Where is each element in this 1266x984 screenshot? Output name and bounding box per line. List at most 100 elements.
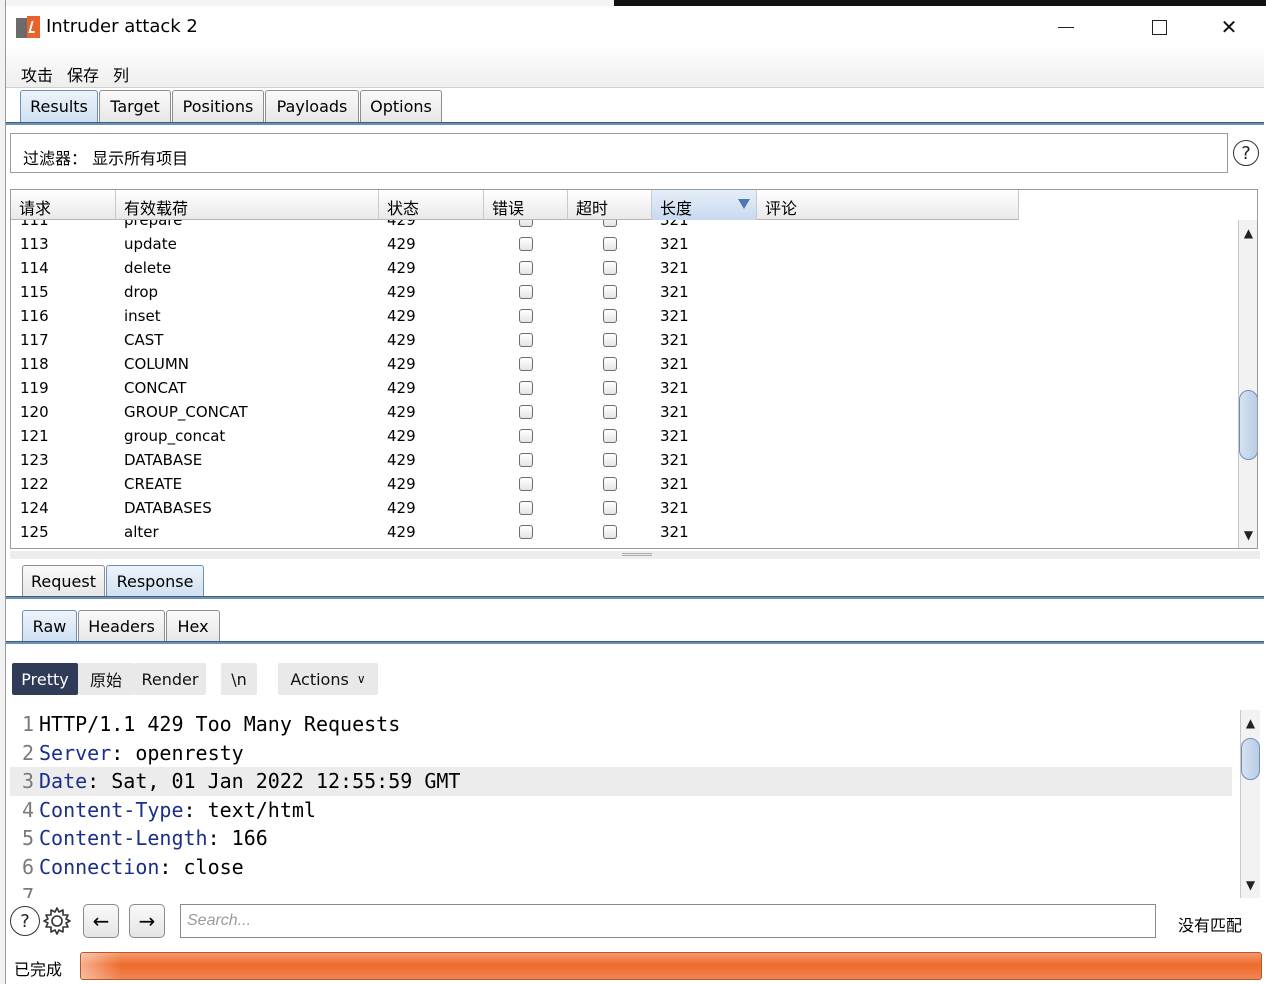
error-checkbox[interactable]: [519, 501, 533, 515]
tab-hex[interactable]: Hex: [166, 610, 220, 642]
cell-request: 120: [20, 403, 49, 421]
editor-scrollbar[interactable]: ▲ ▼: [1240, 710, 1260, 898]
filter-help-icon[interactable]: ?: [1233, 140, 1259, 166]
error-checkbox[interactable]: [519, 261, 533, 275]
timeout-checkbox[interactable]: [603, 220, 617, 227]
timeout-checkbox[interactable]: [603, 309, 617, 323]
tab-request[interactable]: Request: [22, 565, 105, 597]
col-payload[interactable]: 有效载荷: [116, 190, 379, 220]
table-row[interactable]: 119 CONCAT 429 321: [11, 376, 1019, 400]
error-checkbox[interactable]: [519, 285, 533, 299]
minimize-button[interactable]: [1058, 6, 1124, 48]
pretty-button[interactable]: Pretty: [12, 663, 78, 695]
error-checkbox[interactable]: [519, 477, 533, 491]
editor-scroll-thumb[interactable]: [1241, 738, 1260, 780]
table-row[interactable]: 111 prepare 429 321: [11, 220, 1019, 232]
table-scroll-thumb[interactable]: [1239, 390, 1257, 460]
table-row[interactable]: 114 delete 429 321: [11, 256, 1019, 280]
table-row[interactable]: 116 inset 429 321: [11, 304, 1019, 328]
table-row[interactable]: 121 group_concat 429 321: [11, 424, 1019, 448]
search-input[interactable]: [180, 904, 1156, 938]
table-header: 请求 有效载荷 状态 错误 超时 长度 评论: [11, 190, 1019, 220]
newline-toggle-button[interactable]: \n: [221, 663, 257, 695]
timeout-checkbox[interactable]: [603, 477, 617, 491]
error-checkbox[interactable]: [519, 381, 533, 395]
col-error[interactable]: 错误: [484, 190, 568, 220]
tab-positions[interactable]: Positions: [172, 90, 264, 122]
next-match-button[interactable]: →: [129, 904, 165, 938]
table-row[interactable]: 122 CREATE 429 321: [11, 472, 1019, 496]
scroll-down-icon[interactable]: ▼: [1239, 526, 1257, 544]
col-comment[interactable]: 评论: [757, 190, 1019, 220]
cell-payload: GROUP_CONCAT: [124, 403, 248, 421]
timeout-checkbox[interactable]: [603, 525, 617, 539]
tab-results[interactable]: Results: [20, 90, 98, 122]
menu-columns[interactable]: 列: [113, 62, 129, 86]
error-checkbox[interactable]: [519, 220, 533, 227]
table-row[interactable]: 125 alter 429 321: [11, 520, 1019, 544]
line-number: 3: [21, 769, 34, 794]
error-checkbox[interactable]: [519, 525, 533, 539]
editor-scroll-up-icon[interactable]: ▲: [1241, 714, 1260, 732]
cell-request: 122: [20, 475, 49, 493]
filter-label: 过滤器： 显示所有项目: [23, 149, 189, 168]
actions-button[interactable]: Actions ∨: [278, 663, 378, 695]
error-checkbox[interactable]: [519, 357, 533, 371]
col-status[interactable]: 状态: [379, 190, 484, 220]
render-button[interactable]: Render: [134, 663, 206, 695]
scroll-up-icon[interactable]: ▲: [1239, 224, 1257, 242]
timeout-checkbox[interactable]: [603, 405, 617, 419]
filter-bar[interactable]: 过滤器： 显示所有项目: [10, 133, 1228, 173]
splitter-grip-icon: [622, 553, 652, 556]
timeout-checkbox[interactable]: [603, 285, 617, 299]
cell-length: 321: [660, 475, 689, 493]
timeout-checkbox[interactable]: [603, 453, 617, 467]
menu-save[interactable]: 保存: [67, 62, 99, 86]
error-checkbox[interactable]: [519, 309, 533, 323]
error-checkbox[interactable]: [519, 429, 533, 443]
col-length[interactable]: 长度: [652, 190, 757, 220]
col-request[interactable]: 请求: [11, 190, 116, 220]
table-row[interactable]: 120 GROUP_CONCAT 429 321: [11, 400, 1019, 424]
line-content: Content-Length: 166: [39, 826, 268, 850]
col-timeout[interactable]: 超时: [568, 190, 652, 220]
error-checkbox[interactable]: [519, 453, 533, 467]
tab-payloads[interactable]: Payloads: [265, 90, 359, 122]
timeout-checkbox[interactable]: [603, 429, 617, 443]
settings-gear-icon[interactable]: [42, 906, 72, 936]
maximize-button[interactable]: [1126, 6, 1192, 48]
timeout-checkbox[interactable]: [603, 357, 617, 371]
timeout-checkbox[interactable]: [603, 237, 617, 251]
tab-options[interactable]: Options: [360, 90, 442, 122]
cell-length: 321: [660, 331, 689, 349]
table-row[interactable]: 117 CAST 429 321: [11, 328, 1019, 352]
error-checkbox[interactable]: [519, 405, 533, 419]
timeout-checkbox[interactable]: [603, 333, 617, 347]
line-number: 4: [21, 797, 34, 822]
tab-target[interactable]: Target: [99, 90, 171, 122]
table-row[interactable]: 124 DATABASES 429 321: [11, 496, 1019, 520]
response-editor[interactable]: 1 HTTP/1.1 429 Too Many Requests 2 Server: …: [10, 710, 1254, 898]
tab-headers[interactable]: Headers: [78, 610, 165, 642]
table-row[interactable]: 118 COLUMN 429 321: [11, 352, 1019, 376]
error-checkbox[interactable]: [519, 237, 533, 251]
tab-response[interactable]: Response: [106, 565, 204, 597]
table-row[interactable]: 113 update 429 321: [11, 232, 1019, 256]
tab-raw[interactable]: Raw: [22, 610, 77, 642]
table-row[interactable]: 115 drop 429 321: [11, 280, 1019, 304]
line-number: 6: [21, 855, 34, 879]
error-checkbox[interactable]: [519, 333, 533, 347]
table-row[interactable]: 123 DATABASE 429 321: [11, 448, 1019, 472]
timeout-checkbox[interactable]: [603, 261, 617, 275]
close-button[interactable]: ✕: [1196, 6, 1262, 48]
editor-scroll-down-icon[interactable]: ▼: [1241, 876, 1260, 894]
cell-length: 321: [660, 451, 689, 469]
help-icon[interactable]: ?: [10, 906, 40, 936]
raw-view-button[interactable]: 原始: [78, 663, 134, 695]
pane-splitter[interactable]: [10, 551, 1260, 559]
table-scrollbar[interactable]: ▲ ▼: [1238, 220, 1257, 548]
timeout-checkbox[interactable]: [603, 501, 617, 515]
previous-match-button[interactable]: ←: [83, 904, 119, 938]
timeout-checkbox[interactable]: [603, 381, 617, 395]
menu-attack[interactable]: 攻击: [21, 62, 53, 86]
